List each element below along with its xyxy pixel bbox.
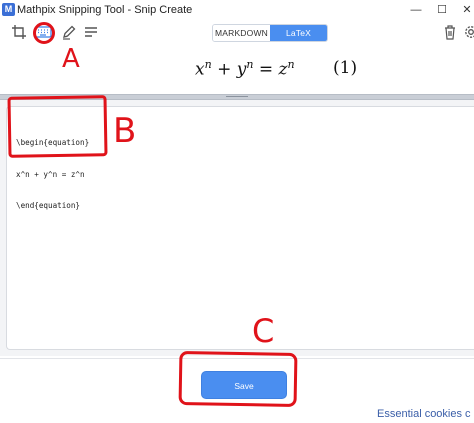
annotation-circle-a xyxy=(33,22,55,44)
rendered-equation: xn + yn = zn xyxy=(195,58,295,80)
tab-markdown[interactable]: MARKDOWN xyxy=(213,25,270,41)
cookies-link[interactable]: Essential cookies c xyxy=(377,408,471,420)
divider-grip-icon[interactable] xyxy=(226,96,248,98)
format-tabs: MARKDOWN LaTeX xyxy=(212,24,328,42)
annotation-label-a: A xyxy=(62,44,80,74)
minimize-button[interactable]: — xyxy=(408,2,424,18)
code-line: \end{equation} xyxy=(16,201,81,210)
annotation-box-b xyxy=(7,95,108,158)
text-lines-icon[interactable] xyxy=(82,23,100,41)
snip-crop-icon[interactable] xyxy=(10,23,28,41)
title-bar: M Mathpix Snipping Tool - Snip Create — … xyxy=(0,0,474,20)
window-title: Mathpix Snipping Tool - Snip Create xyxy=(17,4,193,16)
maximize-button[interactable]: ☐ xyxy=(434,2,450,18)
annotation-label-c: C xyxy=(252,312,275,350)
gear-icon[interactable] xyxy=(462,23,474,41)
annotation-label-b: B xyxy=(113,111,137,151)
close-button[interactable]: ✕ xyxy=(459,2,474,18)
code-line: x^n + y^n = z^n xyxy=(16,169,85,179)
trash-icon[interactable] xyxy=(441,23,459,41)
tab-latex[interactable]: LaTeX xyxy=(270,25,327,41)
mathpix-logo-icon: M xyxy=(2,3,15,16)
pen-icon[interactable] xyxy=(60,23,78,41)
annotation-box-c xyxy=(178,350,298,408)
equation-number: (1) xyxy=(333,58,358,78)
